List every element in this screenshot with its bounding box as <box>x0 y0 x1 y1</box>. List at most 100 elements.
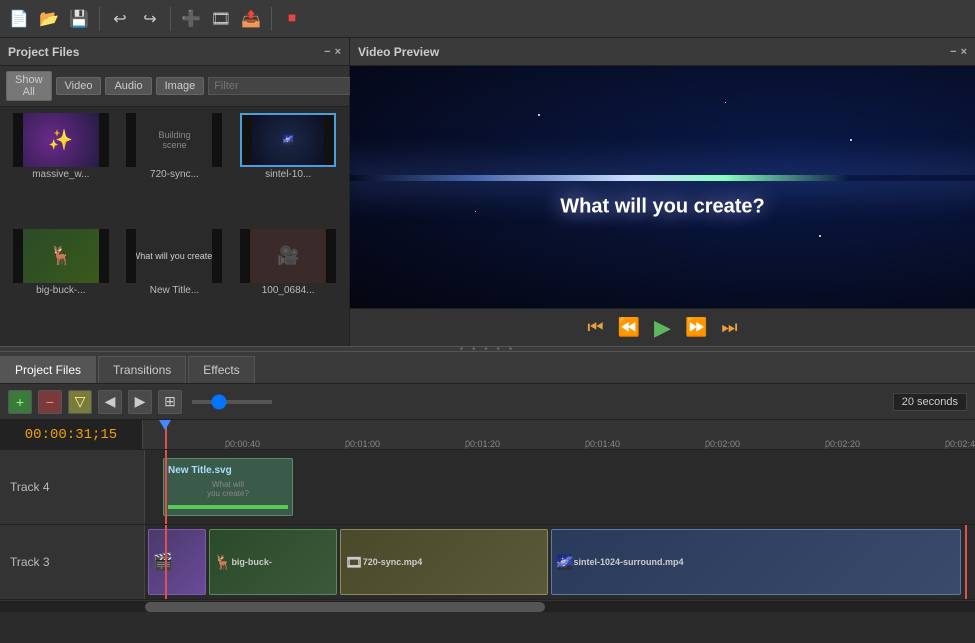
media-label-4: New Title... <box>126 285 222 296</box>
video-clip-sintel[interactable]: 🌌 sintel-1024-surround.mp4 <box>551 529 961 595</box>
filter-bar: Show All Video Audio Image 🔧 <box>0 66 349 107</box>
media-label-3: big-buck-... <box>13 285 109 296</box>
media-label-2: sintel-10... <box>240 169 336 180</box>
redo-icon[interactable]: ↪ <box>137 6 163 32</box>
prev-marker-button[interactable]: ◀ <box>98 390 122 414</box>
preview-background <box>350 66 975 308</box>
ruler-mark-3: 00:01:40 <box>585 439 620 449</box>
project-files-title: Project Files <box>8 45 79 59</box>
timeline-toolbar: + − ▽ ◀ ▶ ⊞ 20 seconds <box>0 384 975 420</box>
ruler-mark-4: 00:02:00 <box>705 439 740 449</box>
title-clip-bar <box>168 505 288 509</box>
track-row-4: Track 4 New Title.svg What willyou creat… <box>0 450 975 525</box>
project-files-close[interactable]: × <box>335 46 341 58</box>
preview-text: What will you create? <box>560 196 764 219</box>
media-item-5[interactable]: 🎥 100_0684... <box>233 229 343 341</box>
project-files-minimize[interactable]: − <box>324 46 330 58</box>
timeline-scrollbar <box>0 600 975 612</box>
track-3-label: Track 3 <box>0 525 145 599</box>
media-label-5: 100_0684... <box>240 285 336 296</box>
rewind-to-start-button[interactable]: ⏮ <box>585 317 605 338</box>
main-panels: Project Files − × Show All Video Audio I… <box>0 38 975 346</box>
filter-video[interactable]: Video <box>56 77 102 95</box>
add-icon[interactable]: ➕ <box>178 6 204 32</box>
video-clip-bigbuck-inner: 🦌 big-buck- <box>210 530 336 594</box>
media-item-3[interactable]: 🦌 big-buck-... <box>6 229 116 341</box>
video-clip-m[interactable]: 🎬 <box>148 529 206 595</box>
track-4-content: New Title.svg What willyou create? <box>145 450 975 524</box>
snap-button[interactable]: ⊞ <box>158 390 182 414</box>
tab-project-files[interactable]: Project Files <box>0 356 96 383</box>
track3-end-marker <box>965 525 967 599</box>
new-icon[interactable]: 📄 <box>6 6 32 32</box>
title-clip-label: New Title.svg <box>168 465 288 476</box>
title-clip-preview: What willyou create? <box>168 480 288 498</box>
track-4-label: Track 4 <box>0 450 145 524</box>
rewind-button[interactable]: ⏪ <box>616 317 642 338</box>
media-item-4[interactable]: What will you create? New Title... <box>120 229 230 341</box>
tab-effects[interactable]: Effects <box>188 356 254 383</box>
ruler-marks: 00:00:40 00:01:00 00:01:20 00:01:40 00:0… <box>145 420 975 449</box>
video-clip-720sync-inner: 🎞 720-sync.mp4 <box>341 530 547 594</box>
tab-transitions[interactable]: Transitions <box>98 356 186 383</box>
video-clip-720sync[interactable]: 🎞 720-sync.mp4 <box>340 529 548 595</box>
zoom-control <box>192 400 272 404</box>
toolbar-sep-3 <box>271 7 272 31</box>
timeline-section: Project Files Transitions Effects + − ▽ … <box>0 352 975 643</box>
time-display: 00:00:31;15 <box>0 420 143 449</box>
scrollbar-thumb[interactable] <box>145 602 545 612</box>
video-preview-minimize[interactable]: − <box>950 46 956 58</box>
ruler-mark-2: 00:01:20 <box>465 439 500 449</box>
media-item-1[interactable]: Buildingscene 720-sync... <box>120 113 230 225</box>
export-icon[interactable]: 📤 <box>238 6 264 32</box>
video-clip-bigbuck[interactable]: 🦌 big-buck- <box>209 529 337 595</box>
timeline-duration: 20 seconds <box>893 393 967 411</box>
playhead-triangle <box>159 420 171 430</box>
video-clip-m-inner: 🎬 <box>149 530 205 594</box>
filter-show-all[interactable]: Show All <box>6 71 52 101</box>
add-track-button[interactable]: + <box>8 390 32 414</box>
video-preview-panel: Video Preview − × What will you create? <box>350 38 975 346</box>
track-3-content: 🎬 🦌 big-buck- 🎞 720-sync.mp4 <box>145 525 975 599</box>
play-button[interactable]: ▶ <box>652 315 673 341</box>
video-preview-header-icons: − × <box>950 46 967 58</box>
stop-icon[interactable]: ⏹ <box>279 6 305 32</box>
filter-input[interactable] <box>208 77 362 95</box>
timeline-area: 00:00:31;15 00:00:40 00:01:00 00:01:20 0… <box>0 420 975 643</box>
timeline-icon[interactable]: 🎞 <box>208 6 234 32</box>
save-icon[interactable]: 💾 <box>66 6 92 32</box>
filter-image[interactable]: Image <box>156 77 205 95</box>
video-preview-close[interactable]: × <box>961 46 967 58</box>
fast-forward-button[interactable]: ⏩ <box>683 317 709 338</box>
preview-controls: ⏮ ⏪ ▶ ⏩ ⏭ <box>350 308 975 346</box>
ruler-mark-0: 00:00:40 <box>225 439 260 449</box>
toolbar-sep-2 <box>170 7 171 31</box>
video-preview-header: Video Preview − × <box>350 38 975 66</box>
remove-track-button[interactable]: − <box>38 390 62 414</box>
toolbar-sep-1 <box>99 7 100 31</box>
timeline-tabs: Project Files Transitions Effects <box>0 352 975 384</box>
time-ruler: 00:00:31;15 00:00:40 00:01:00 00:01:20 0… <box>0 420 975 450</box>
media-item-2[interactable]: 🌌 sintel-10... <box>233 113 343 225</box>
undo-icon[interactable]: ↩ <box>107 6 133 32</box>
title-clip[interactable]: New Title.svg What willyou create? <box>163 458 293 516</box>
media-grid: ✨ massive_w... Buildingscene 720-sync...… <box>0 107 349 346</box>
next-marker-button[interactable]: ▶ <box>128 390 152 414</box>
project-files-panel: Project Files − × Show All Video Audio I… <box>0 38 350 346</box>
media-label-1: 720-sync... <box>126 169 222 180</box>
open-icon[interactable]: 📂 <box>36 6 62 32</box>
fast-forward-to-end-button[interactable]: ⏭ <box>719 317 739 338</box>
track-row-3: Track 3 🎬 🦌 big-buck- <box>0 525 975 600</box>
toolbar: 📄 📂 💾 ↩ ↪ ➕ 🎞 📤 ⏹ <box>0 0 975 38</box>
filter-track-button[interactable]: ▽ <box>68 390 92 414</box>
media-label-0: massive_w... <box>13 169 109 180</box>
track4-playhead-line <box>165 450 167 524</box>
zoom-slider[interactable] <box>192 400 272 404</box>
media-item-0[interactable]: ✨ massive_w... <box>6 113 116 225</box>
video-preview-title: Video Preview <box>358 45 439 59</box>
video-clip-sintel-inner: 🌌 sintel-1024-surround.mp4 <box>552 530 960 594</box>
ruler-mark-5: 00:02:20 <box>825 439 860 449</box>
ruler-mark-6: 00:02:40 <box>945 439 975 449</box>
project-files-header-icons: − × <box>324 46 341 58</box>
filter-audio[interactable]: Audio <box>105 77 151 95</box>
